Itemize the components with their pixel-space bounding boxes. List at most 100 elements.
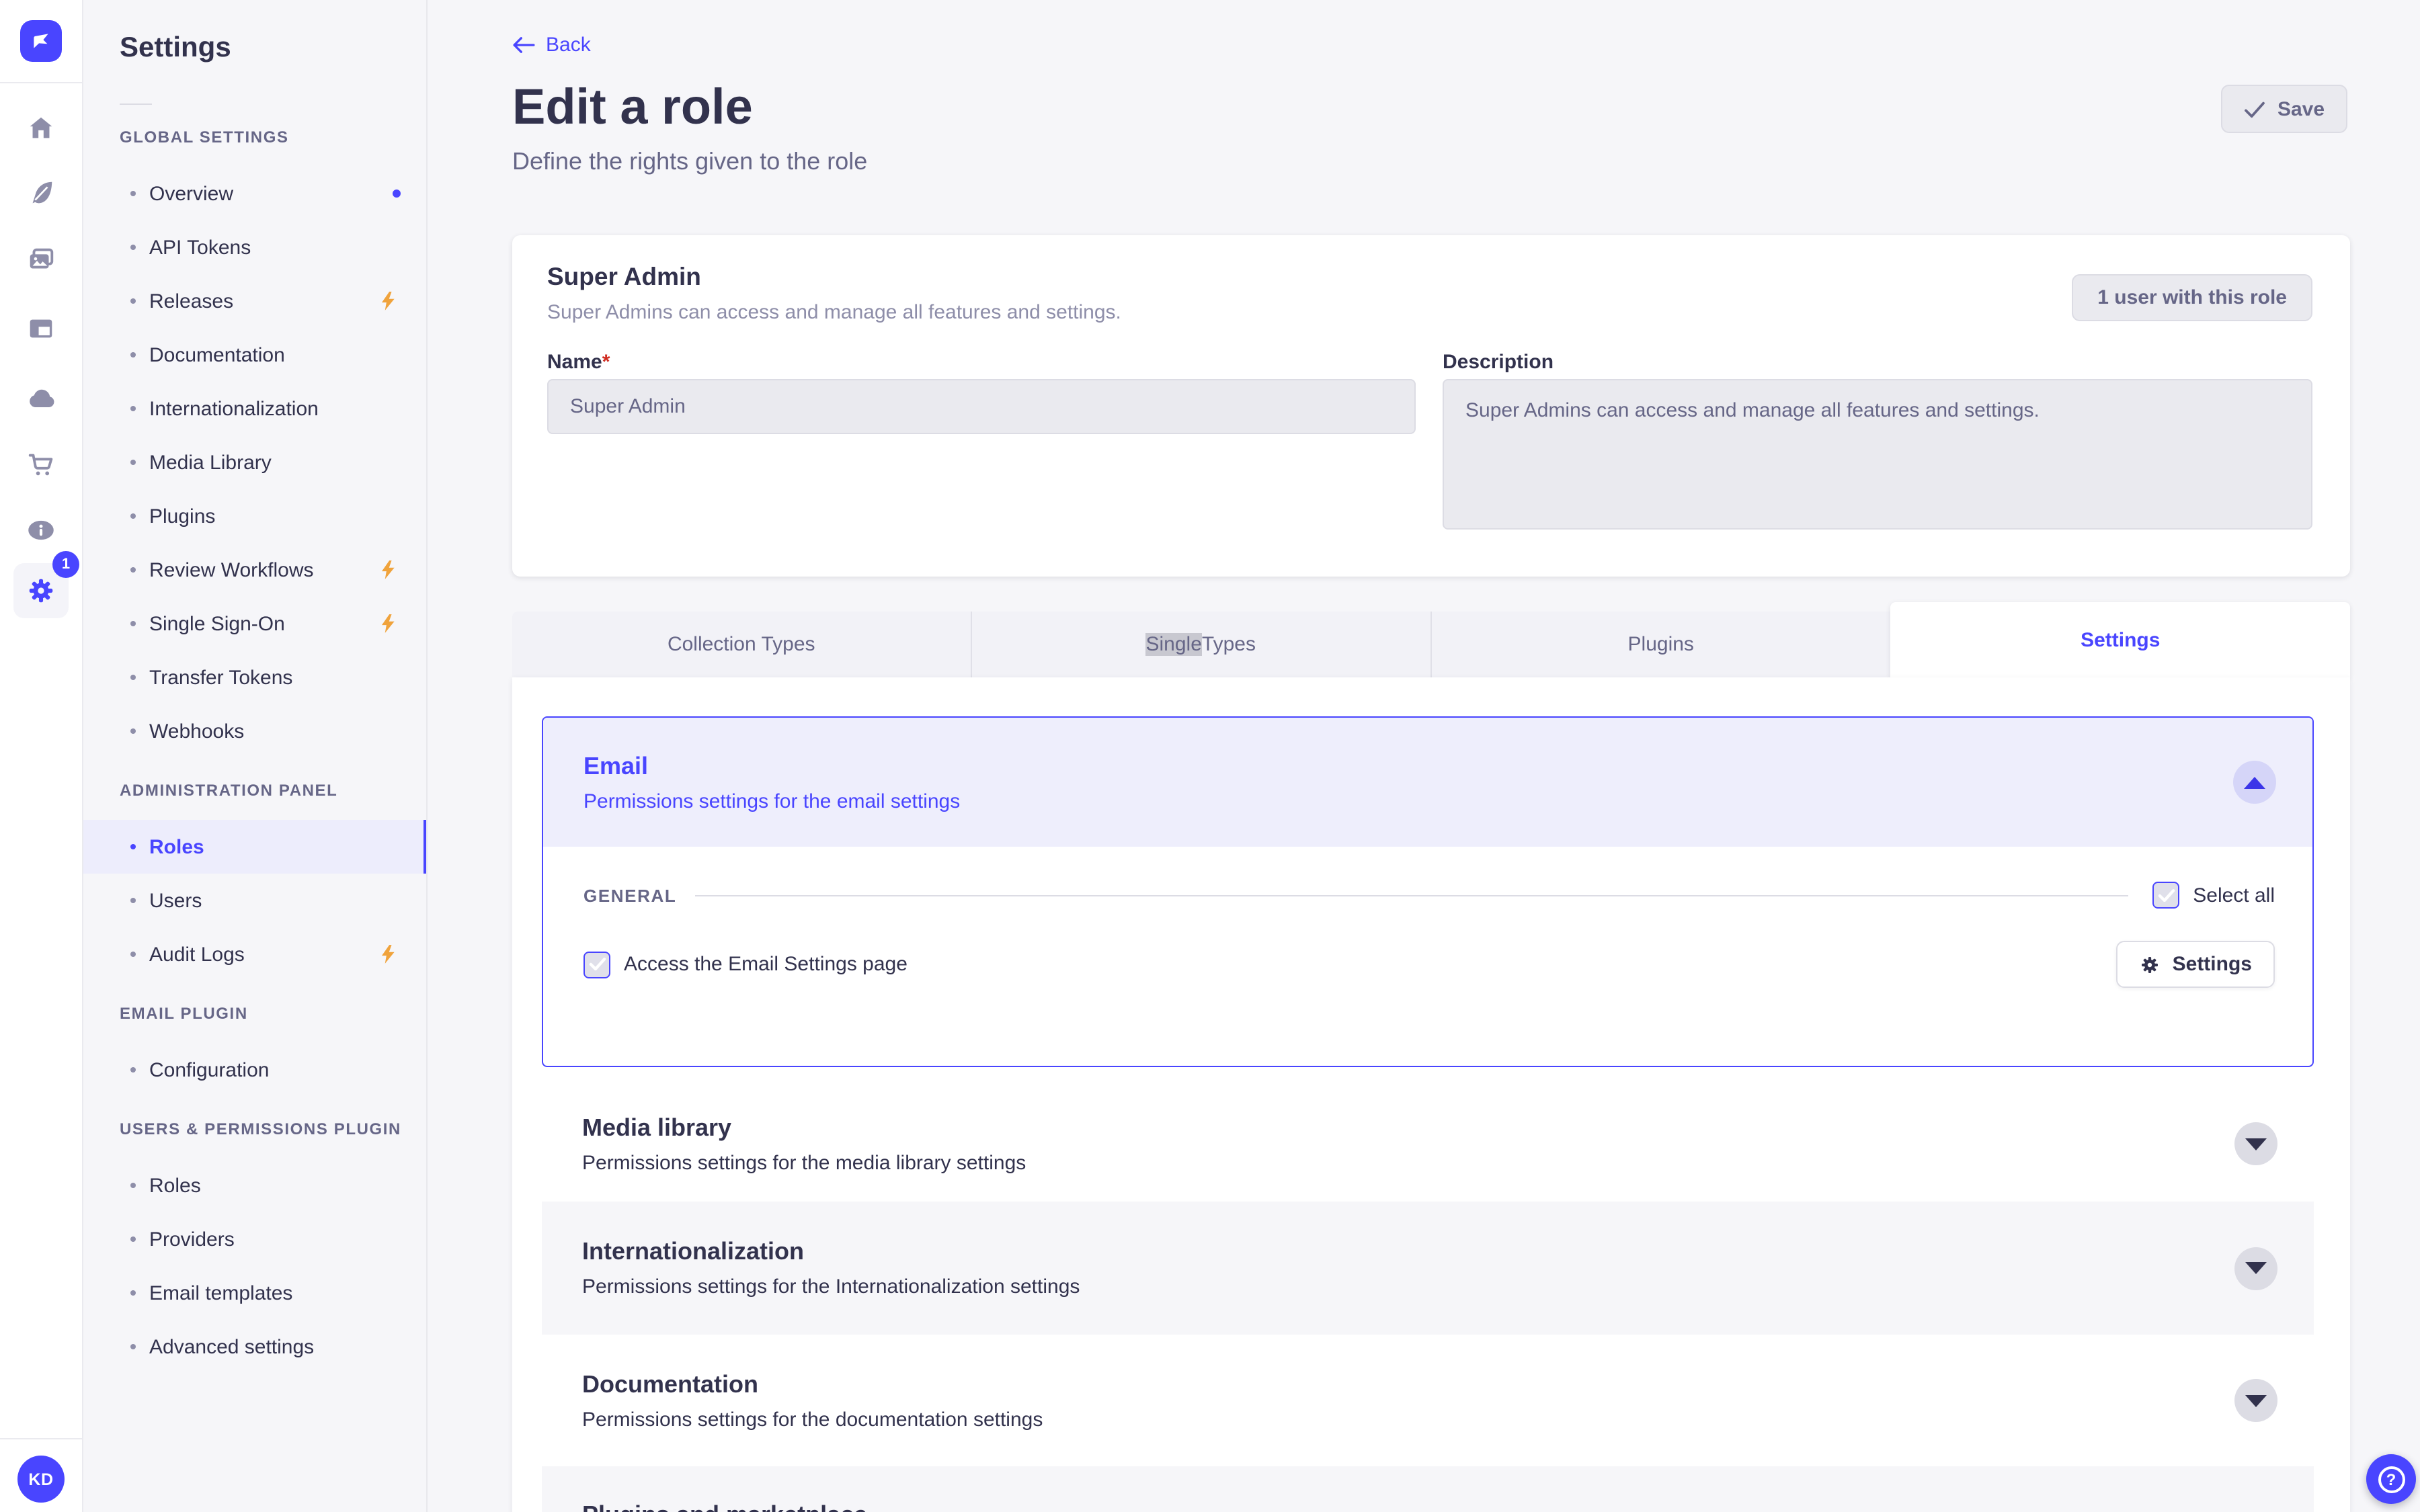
sidebar-item-audit-logs[interactable]: Audit Logs [82,927,426,981]
sidebar-item-roles[interactable]: Roles [82,820,426,874]
sidebar-item-roles[interactable]: Roles [82,1159,426,1212]
bullet-icon [130,898,136,903]
sidebar-item-documentation[interactable]: Documentation [82,328,426,382]
email-accordion-title: Email [583,752,649,779]
sidebar-item-email-templates[interactable]: Email templates [82,1266,426,1320]
back-link[interactable]: Back [512,34,591,56]
permission-row-internationalization[interactable]: Internationalization Permissions settings… [542,1202,2314,1335]
bullet-icon [130,513,136,519]
user-avatar[interactable]: KD [17,1456,65,1503]
strapi-logo-icon [34,34,48,48]
sidebar-item-internationalization[interactable]: Internationalization [82,382,426,435]
sidebar-item-label: Email templates [149,1282,293,1304]
settings-sidebar: Settings GLOBAL SETTINGS Overview API Toke… [82,0,428,1512]
sidebar-item-label: Roles [149,1174,201,1197]
sidebar-item-plugins[interactable]: Plugins [82,489,426,543]
sidebar-item-single-sign-on[interactable]: Single Sign-On [82,597,426,650]
sidebar-item-label: Internationalization [149,397,319,420]
sidebar-section-administration-panel: ADMINISTRATION PANEL [120,781,338,800]
sidebar-item-transfer-tokens[interactable]: Transfer Tokens [82,650,426,704]
required-asterisk: * [602,351,610,374]
bullet-icon [130,245,136,250]
sidebar-title: Settings [120,32,231,63]
bullet-icon [130,567,136,573]
bullet-icon [130,1290,136,1296]
collapse-button[interactable] [2233,761,2276,804]
expand-button[interactable] [2234,1122,2277,1165]
expand-button[interactable] [2234,1247,2277,1290]
checkmark-icon [2157,888,2175,902]
marketplace-cart-icon[interactable] [24,448,58,481]
sidebar-item-label: Audit Logs [149,943,245,966]
strapi-admin: 1 KD Settings GLOBAL SETTINGS Overview API… [0,0,2420,1512]
sidebar-item-webhooks[interactable]: Webhooks [82,704,426,758]
back-label: Back [546,34,591,56]
permission-row-media-library[interactable]: Media library Permissions settings for th… [542,1086,2314,1202]
permission-settings-label: Settings [2172,953,2252,976]
save-button[interactable]: Save [2221,85,2347,133]
home-icon[interactable] [24,112,58,145]
bullet-icon [130,1183,136,1188]
tab-plugins[interactable]: Plugins [1431,612,1891,677]
sidebar-item-api-tokens[interactable]: API Tokens [82,220,426,274]
sidebar-item-providers[interactable]: Providers [82,1212,426,1266]
email-accordion-header[interactable]: Email Permissions settings for the email… [543,718,2312,847]
settings-nav-active[interactable]: 1 [13,551,79,618]
permissions-tablist: Collection Types Single Types Plugins Se… [512,602,2350,677]
permission-row-plugins-and-marketplace[interactable]: Plugins and marketplace [542,1466,2314,1512]
role-description-text: Super Admins can access and manage all f… [547,301,1121,324]
sidebar-item-overview[interactable]: Overview [82,167,426,220]
permission-settings-button[interactable]: Settings [2115,941,2275,988]
select-all-checkbox[interactable] [2152,882,2180,909]
bullet-icon [130,844,136,849]
permission-label: Access the Email Settings page [624,953,908,976]
sidebar-item-users[interactable]: Users [82,874,426,927]
sidebar-item-label: Overview [149,182,234,205]
permissions-panel: Email Permissions settings for the email… [512,677,2350,1512]
sidebar-item-media-library[interactable]: Media Library [82,435,426,489]
content-manager-feather-icon[interactable] [24,176,58,210]
notification-dot-icon [393,190,401,198]
permission-row-title: Internationalization [582,1238,805,1265]
rail-divider [0,82,82,83]
sidebar-divider [120,103,152,105]
sidebar-item-label: Configuration [149,1058,270,1081]
name-field-label: Name* [547,351,610,374]
cloud-icon[interactable] [24,382,58,415]
gear-icon [29,579,53,603]
content-type-builder-icon[interactable] [24,312,58,345]
checkmark-icon [588,958,606,971]
check-icon [2245,101,2265,117]
sidebar-item-releases[interactable]: Releases [82,274,426,328]
name-input[interactable]: Super Admin [547,379,1416,434]
rail-divider-bottom [0,1438,82,1439]
role-card: Super Admin Super Admins can access and … [512,235,2350,577]
sidebar-item-advanced-settings[interactable]: Advanced settings [82,1320,426,1374]
sidebar-item-review-workflows[interactable]: Review Workflows [82,543,426,597]
page-title: Edit a role [512,79,753,134]
permission-row-title: Media library [582,1114,732,1140]
tab-single-types[interactable]: Single Types [972,612,1431,677]
gear-icon [2141,956,2158,972]
bullet-icon [130,460,136,465]
sidebar-item-label: Advanced settings [149,1335,315,1358]
users-with-role-button[interactable]: 1 user with this role [2072,274,2312,321]
sidebar-item-label: API Tokens [149,236,251,259]
section-divider [695,894,2129,896]
permission-checkbox[interactable] [583,951,610,978]
strapi-logo[interactable] [20,20,62,62]
bullet-icon [130,728,136,734]
info-icon[interactable] [24,513,58,547]
sidebar-item-label: Transfer Tokens [149,666,293,689]
description-textarea[interactable]: Super Admins can access and manage all f… [1443,379,2312,530]
tab-settings-active[interactable]: Settings [1890,602,2350,677]
sidebar-section-email-plugin: EMAIL PLUGIN [120,1004,248,1023]
sidebar-item-configuration[interactable]: Configuration [82,1043,426,1097]
tab-collection-types[interactable]: Collection Types [512,612,972,677]
bullet-icon [130,191,136,196]
permission-row-documentation[interactable]: Documentation Permissions settings for th… [542,1335,2314,1466]
help-button[interactable]: ? [2366,1454,2416,1504]
media-library-icon[interactable] [24,243,58,277]
sidebar-item-label: Providers [149,1228,235,1251]
expand-button[interactable] [2234,1379,2277,1422]
